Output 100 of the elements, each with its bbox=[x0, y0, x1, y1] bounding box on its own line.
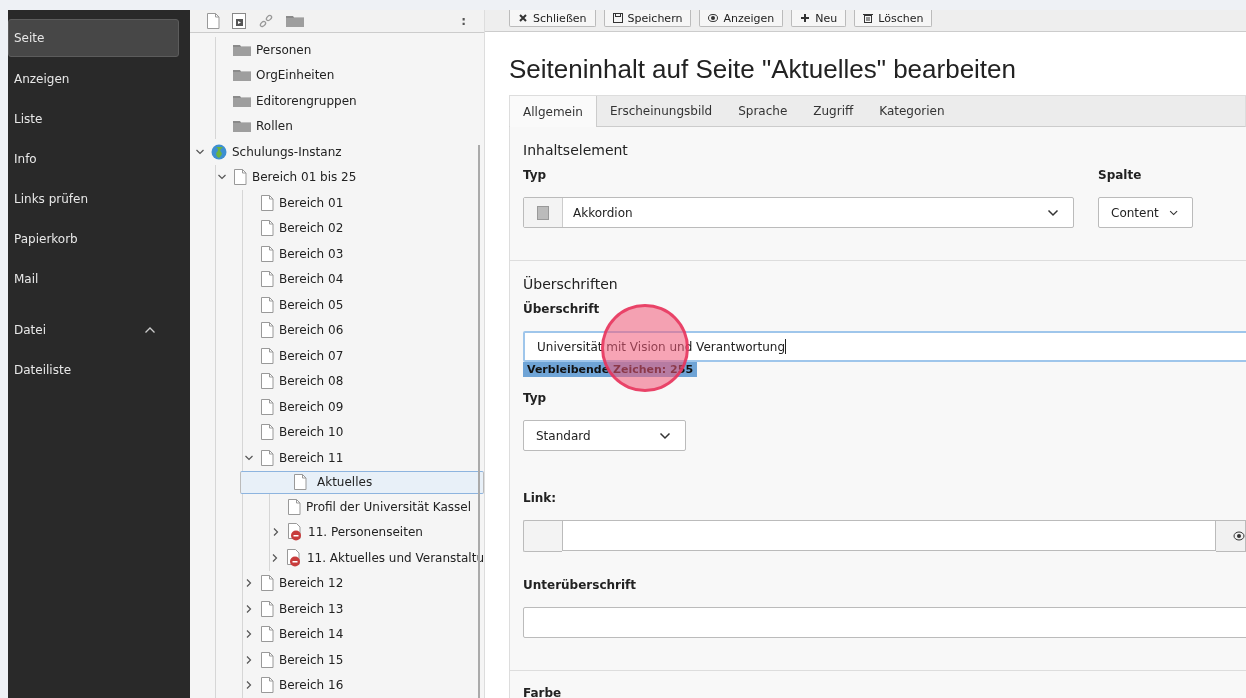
tab[interactable]: Kategorien bbox=[866, 96, 958, 126]
tree-item[interactable]: Rollen bbox=[216, 113, 484, 139]
page-icon bbox=[233, 169, 247, 186]
eye-icon bbox=[708, 13, 719, 23]
tree-item[interactable]: Bereich 15 bbox=[243, 647, 484, 673]
page-icon bbox=[260, 347, 274, 364]
page-icon bbox=[260, 245, 274, 262]
link-input[interactable] bbox=[562, 520, 1216, 551]
module-item[interactable]: Mail bbox=[8, 259, 180, 299]
folder-icon bbox=[233, 43, 251, 56]
tree-item[interactable]: Bereich 06 bbox=[243, 317, 484, 343]
tree-item[interactable]: Bereich 11 bbox=[243, 445, 484, 471]
field-label: Unterüberschrift bbox=[523, 578, 638, 592]
folder-icon bbox=[233, 69, 251, 82]
section-title: Inhaltselement bbox=[523, 142, 629, 158]
tree-item[interactable]: Bereich 09 bbox=[243, 394, 484, 420]
tab[interactable]: Erscheinungsbild bbox=[596, 96, 726, 126]
module-item[interactable]: Seite bbox=[8, 19, 179, 57]
module-item[interactable]: Liste bbox=[8, 99, 180, 139]
trash-icon bbox=[863, 13, 874, 23]
tab[interactable]: Sprache bbox=[725, 96, 801, 126]
tree-item[interactable]: Schulungs-Instanz bbox=[194, 139, 484, 165]
tree-item[interactable]: Bereich 03 bbox=[243, 241, 484, 267]
tree-item[interactable]: Bereich 13 bbox=[243, 596, 484, 622]
tree-item[interactable]: Bereich 12 bbox=[243, 570, 484, 596]
tab[interactable]: Zugriff bbox=[800, 96, 867, 126]
character-counter: Verbleibende Zeichen: 255 bbox=[523, 362, 698, 377]
expand-chevron-icon bbox=[244, 629, 254, 640]
page-icon bbox=[260, 677, 274, 694]
module-group-header[interactable]: Datei bbox=[8, 310, 180, 350]
page-icon bbox=[260, 271, 274, 288]
page-icon bbox=[260, 626, 274, 643]
more-menu-button[interactable]: : bbox=[461, 14, 466, 28]
tab[interactable]: Allgemein bbox=[510, 96, 597, 127]
tree-item[interactable]: Bereich 16 bbox=[243, 672, 484, 698]
module-item[interactable]: Info bbox=[8, 139, 180, 179]
tree-item[interactable]: Bereich 14 bbox=[243, 621, 484, 647]
tree-item[interactable]: Bereich 05 bbox=[243, 292, 484, 318]
tree-item[interactable]: Bereich 02 bbox=[243, 215, 484, 241]
toolbar-button[interactable]: Anzeigen bbox=[699, 10, 784, 27]
tree-item[interactable]: Personen bbox=[216, 37, 484, 63]
toolbar-button[interactable]: Schließen bbox=[509, 10, 596, 27]
restricted-page-icon bbox=[285, 548, 302, 567]
toolbar-button[interactable]: Speichern bbox=[603, 10, 692, 27]
link-type-addon bbox=[523, 520, 562, 552]
folder-icon bbox=[233, 120, 251, 133]
select-field[interactable]: Akkordion bbox=[523, 197, 1074, 228]
page-icon[interactable] bbox=[206, 13, 220, 29]
field-label: Typ bbox=[523, 168, 548, 182]
page-icon bbox=[293, 474, 307, 491]
tree-item[interactable]: Bereich 01 bis 25 bbox=[216, 164, 484, 190]
module-item[interactable]: Links prüfen bbox=[8, 179, 180, 219]
restricted-page-icon bbox=[287, 523, 303, 542]
toolbar-button[interactable]: Löschen bbox=[854, 10, 933, 27]
page-icon bbox=[260, 600, 274, 617]
page-icon bbox=[260, 220, 274, 237]
eye-icon bbox=[1233, 531, 1245, 541]
close-icon bbox=[518, 13, 528, 23]
module-item[interactable]: Dateiliste bbox=[8, 350, 180, 390]
save-icon bbox=[612, 13, 623, 23]
page-icon bbox=[260, 424, 274, 441]
tree-item[interactable]: 11. Personenseiten bbox=[270, 519, 484, 545]
page-icon bbox=[260, 449, 274, 466]
globe-icon bbox=[211, 143, 227, 160]
module-item[interactable]: Anzeigen bbox=[8, 59, 180, 99]
expand-chevron-icon bbox=[244, 654, 254, 665]
page-icon bbox=[260, 296, 274, 313]
link-browser-button[interactable] bbox=[1216, 520, 1246, 552]
tree-item[interactable]: 11. Aktuelles und Veranstaltu bbox=[270, 545, 484, 571]
module-item[interactable]: Papierkorb bbox=[8, 219, 180, 259]
field-label: Link: bbox=[523, 491, 558, 505]
tree-item[interactable]: Bereich 04 bbox=[243, 266, 484, 292]
page-icon bbox=[260, 398, 274, 415]
page-icon bbox=[260, 194, 274, 211]
caret-icon bbox=[144, 326, 156, 334]
folder-icon bbox=[233, 94, 251, 107]
tree-item[interactable]: Bereich 01 bbox=[243, 190, 484, 216]
page-title: Seiteninhalt auf Seite "Aktuelles" bearbeiten bbox=[509, 54, 1017, 85]
toolbar-button[interactable]: Neu bbox=[791, 10, 847, 27]
tree-item[interactable]: Aktuelles bbox=[240, 470, 484, 494]
tree-item[interactable]: Profil der Universität Kassel bbox=[270, 494, 484, 520]
expand-chevron-icon bbox=[244, 680, 254, 691]
tree-item[interactable]: Bereich 10 bbox=[243, 419, 484, 445]
chevron-down-icon bbox=[1047, 208, 1059, 217]
chevron-down-icon bbox=[659, 431, 671, 440]
select-field[interactable]: Standard bbox=[523, 420, 686, 451]
text-input[interactable] bbox=[523, 607, 1246, 638]
expand-chevron-icon bbox=[244, 603, 254, 614]
plus-icon bbox=[800, 13, 811, 23]
page-icon bbox=[260, 575, 274, 592]
tree-item[interactable]: Editorengruppen bbox=[216, 88, 484, 114]
folder-icon[interactable] bbox=[286, 15, 304, 27]
select-field[interactable]: Content bbox=[1098, 197, 1193, 228]
tree-item[interactable]: Bereich 07 bbox=[243, 343, 484, 369]
page-icon bbox=[260, 322, 274, 339]
page-icon bbox=[287, 498, 301, 515]
tree-item[interactable]: Bereich 08 bbox=[243, 368, 484, 394]
tree-item[interactable]: OrgEinheiten bbox=[216, 62, 484, 88]
page-icon bbox=[260, 373, 274, 390]
chain-icon[interactable] bbox=[258, 13, 274, 29]
